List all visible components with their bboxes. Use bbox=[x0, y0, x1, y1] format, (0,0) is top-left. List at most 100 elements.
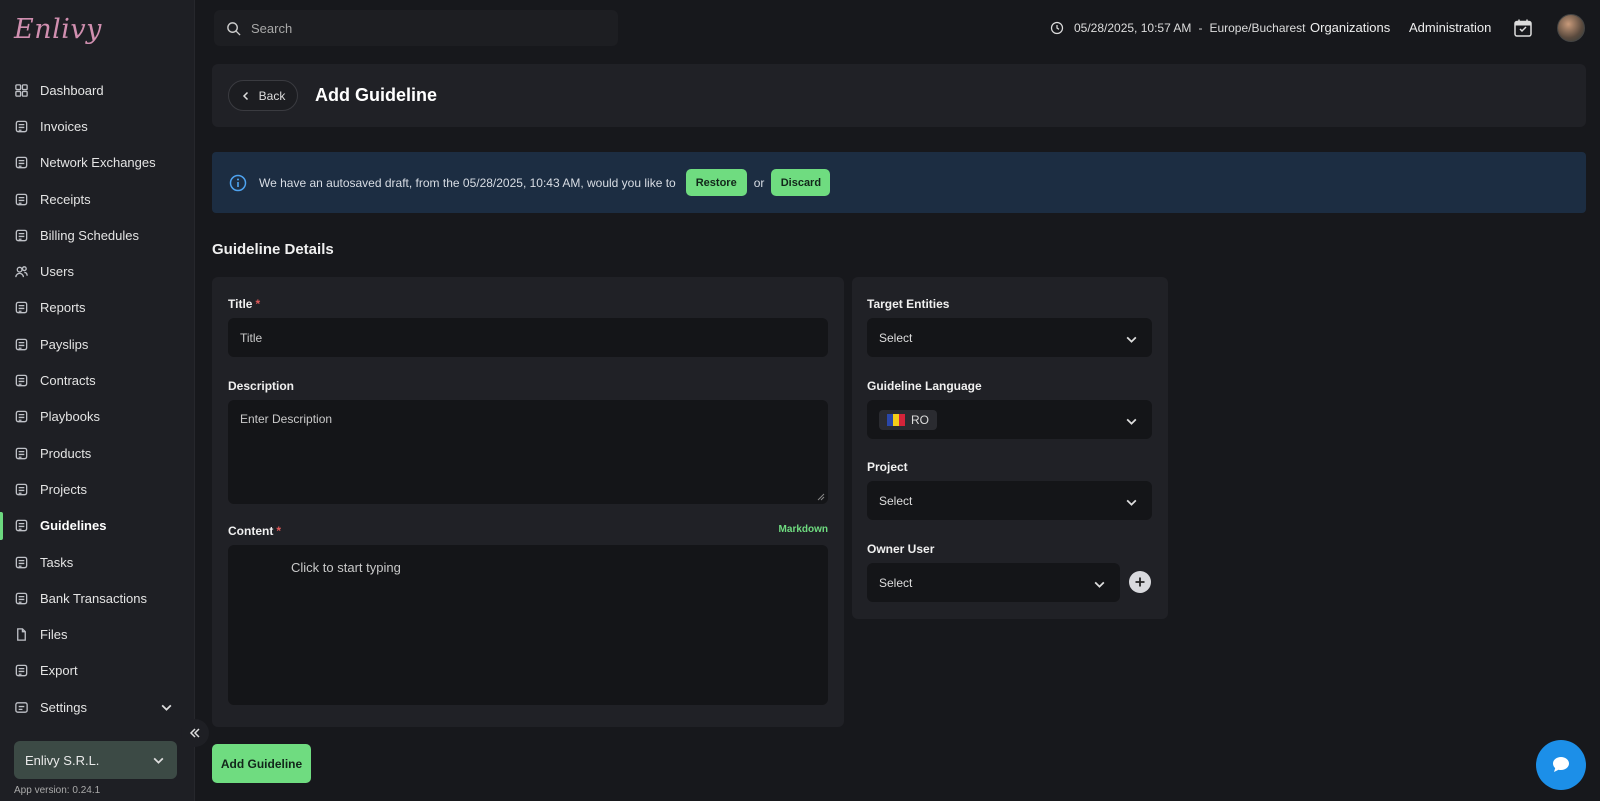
chevron-down-icon[interactable] bbox=[160, 701, 173, 714]
sidebar-item-label: Invoices bbox=[40, 118, 88, 134]
product-icon bbox=[14, 446, 29, 461]
sidebar-item-dashboard[interactable]: Dashboard bbox=[0, 72, 195, 108]
tasks-icon bbox=[14, 555, 29, 570]
autosave-message: We have an autosaved draft, from the 05/… bbox=[259, 175, 676, 190]
target-entities-label: Target Entities bbox=[867, 297, 950, 311]
administration-link[interactable]: Administration bbox=[1409, 20, 1491, 35]
contract-icon bbox=[14, 373, 29, 388]
exchange-icon bbox=[14, 155, 29, 170]
page-title: Add Guideline bbox=[315, 85, 438, 105]
playbook-icon bbox=[14, 409, 29, 424]
description-textarea[interactable] bbox=[228, 400, 828, 504]
discard-button[interactable]: Discard bbox=[771, 169, 831, 196]
sidebar: Enlivy Dashboard Invoices Network Exchange… bbox=[0, 0, 195, 801]
sidebar-item-files[interactable]: Files bbox=[0, 616, 195, 652]
sidebar-item-label: Settings bbox=[40, 699, 87, 715]
sidebar-item-contracts[interactable]: Contracts bbox=[0, 362, 195, 398]
collapse-sidebar-button[interactable] bbox=[181, 719, 209, 747]
language-select[interactable]: RO bbox=[867, 400, 1152, 439]
sidebar-item-label: Contracts bbox=[40, 373, 96, 389]
sidebar-item-guidelines[interactable]: Guidelines bbox=[0, 508, 195, 544]
billing-schedule-icon bbox=[14, 228, 29, 243]
project-value: Select bbox=[879, 493, 913, 508]
guideline-settings: Target Entities Select Guideline Languag… bbox=[852, 277, 1168, 619]
chevron-down-icon bbox=[1126, 418, 1137, 425]
sidebar-item-invoices[interactable]: Invoices bbox=[0, 108, 195, 144]
owner-user-label: Owner User bbox=[867, 542, 935, 556]
organizations-link[interactable]: Organizations bbox=[1310, 20, 1390, 35]
reports-icon bbox=[14, 300, 29, 315]
back-label: Back bbox=[258, 88, 286, 103]
add-owner-button[interactable] bbox=[1129, 571, 1151, 593]
restore-button[interactable]: Restore bbox=[685, 169, 747, 196]
bank-icon bbox=[14, 591, 29, 606]
plus-icon bbox=[1135, 577, 1145, 587]
sidebar-item-receipts[interactable]: Receipts bbox=[0, 181, 195, 217]
project-icon bbox=[14, 482, 29, 497]
app-version: App version: 0.24.1 bbox=[14, 785, 101, 796]
sidebar-item-playbooks[interactable]: Playbooks bbox=[0, 399, 195, 435]
dashboard-icon bbox=[14, 83, 29, 98]
chat-support-button[interactable] bbox=[1536, 740, 1586, 790]
sidebar-item-label: Billing Schedules bbox=[40, 227, 140, 243]
user-avatar[interactable] bbox=[1557, 14, 1585, 42]
sidebar-item-export[interactable]: Export bbox=[0, 653, 195, 689]
top-bar: 05/28/2025, 10:57 AM - Europe/Bucharest … bbox=[195, 0, 1600, 58]
chat-bubble-icon bbox=[1553, 757, 1569, 772]
title-input[interactable] bbox=[228, 318, 828, 357]
sidebar-item-billing-schedules[interactable]: Billing Schedules bbox=[0, 217, 195, 253]
sidebar-item-payslips[interactable]: Payslips bbox=[0, 326, 195, 362]
sidebar-item-label: Guidelines bbox=[40, 518, 107, 534]
search-input[interactable] bbox=[251, 20, 591, 36]
chevron-left-icon bbox=[242, 91, 248, 100]
sidebar-item-users[interactable]: Users bbox=[0, 253, 195, 289]
content-label: Content * bbox=[228, 524, 281, 538]
language-chip: RO bbox=[879, 409, 937, 430]
description-field bbox=[228, 400, 828, 504]
content-editor[interactable]: Click to start typing bbox=[228, 545, 828, 705]
sidebar-item-products[interactable]: Products bbox=[0, 435, 195, 471]
app-logo[interactable]: Enlivy bbox=[14, 14, 102, 45]
sidebar-item-settings[interactable]: Settings bbox=[0, 689, 195, 725]
sidebar-item-label: Dashboard bbox=[40, 82, 104, 98]
users-icon bbox=[14, 264, 29, 279]
sidebar-item-label: Reports bbox=[40, 300, 86, 316]
back-button[interactable]: Back bbox=[228, 80, 298, 111]
sidebar-item-projects[interactable]: Projects bbox=[0, 471, 195, 507]
sidebar-item-network-exchanges[interactable]: Network Exchanges bbox=[0, 145, 195, 181]
sidebar-item-bank-transactions[interactable]: Bank Transactions bbox=[0, 580, 195, 616]
guideline-form: Title* Description Content* Markdown Cli… bbox=[212, 277, 844, 727]
file-icon bbox=[14, 627, 29, 642]
sidebar-item-label: Users bbox=[40, 264, 74, 280]
project-select[interactable]: Select bbox=[867, 481, 1152, 520]
chevron-down-icon bbox=[153, 757, 164, 764]
chevron-down-icon bbox=[1094, 581, 1105, 588]
sidebar-item-label: Products bbox=[40, 445, 92, 461]
title-label: Title * bbox=[228, 297, 260, 311]
add-guideline-button[interactable]: Add Guideline bbox=[212, 744, 311, 783]
calendar-icon[interactable] bbox=[1513, 18, 1533, 38]
target-entities-select[interactable]: Select bbox=[867, 318, 1152, 357]
sidebar-item-label: Receipts bbox=[40, 191, 91, 207]
settings-icon bbox=[14, 700, 29, 715]
language-label: Guideline Language bbox=[867, 379, 982, 393]
timezone-name: Europe/Bucharest bbox=[1209, 21, 1306, 35]
sidebar-item-reports[interactable]: Reports bbox=[0, 290, 195, 326]
resize-handle-icon[interactable] bbox=[817, 493, 825, 501]
description-label: Description bbox=[228, 379, 295, 393]
receipt-icon bbox=[14, 192, 29, 207]
clock-icon bbox=[1050, 21, 1064, 35]
markdown-toggle[interactable]: Markdown bbox=[779, 524, 828, 535]
sidebar-nav: Dashboard Invoices Network Exchanges Receip… bbox=[0, 72, 195, 725]
sidebar-item-tasks[interactable]: Tasks bbox=[0, 544, 195, 580]
datetime-separator: - bbox=[1198, 21, 1203, 35]
organization-select[interactable]: Enlivy S.R.L. bbox=[14, 741, 177, 779]
timezone-display[interactable]: 05/28/2025, 10:57 AM - Europe/Bucharest bbox=[1050, 21, 1306, 35]
sidebar-item-label: Bank Transactions bbox=[40, 590, 147, 606]
owner-user-select[interactable]: Select bbox=[867, 563, 1120, 602]
search-box bbox=[214, 10, 618, 46]
content-label-text: Content bbox=[228, 524, 274, 538]
sidebar-item-label: Network Exchanges bbox=[40, 155, 156, 171]
required-mark: * bbox=[276, 524, 281, 538]
owner-user-value: Select bbox=[879, 575, 913, 590]
